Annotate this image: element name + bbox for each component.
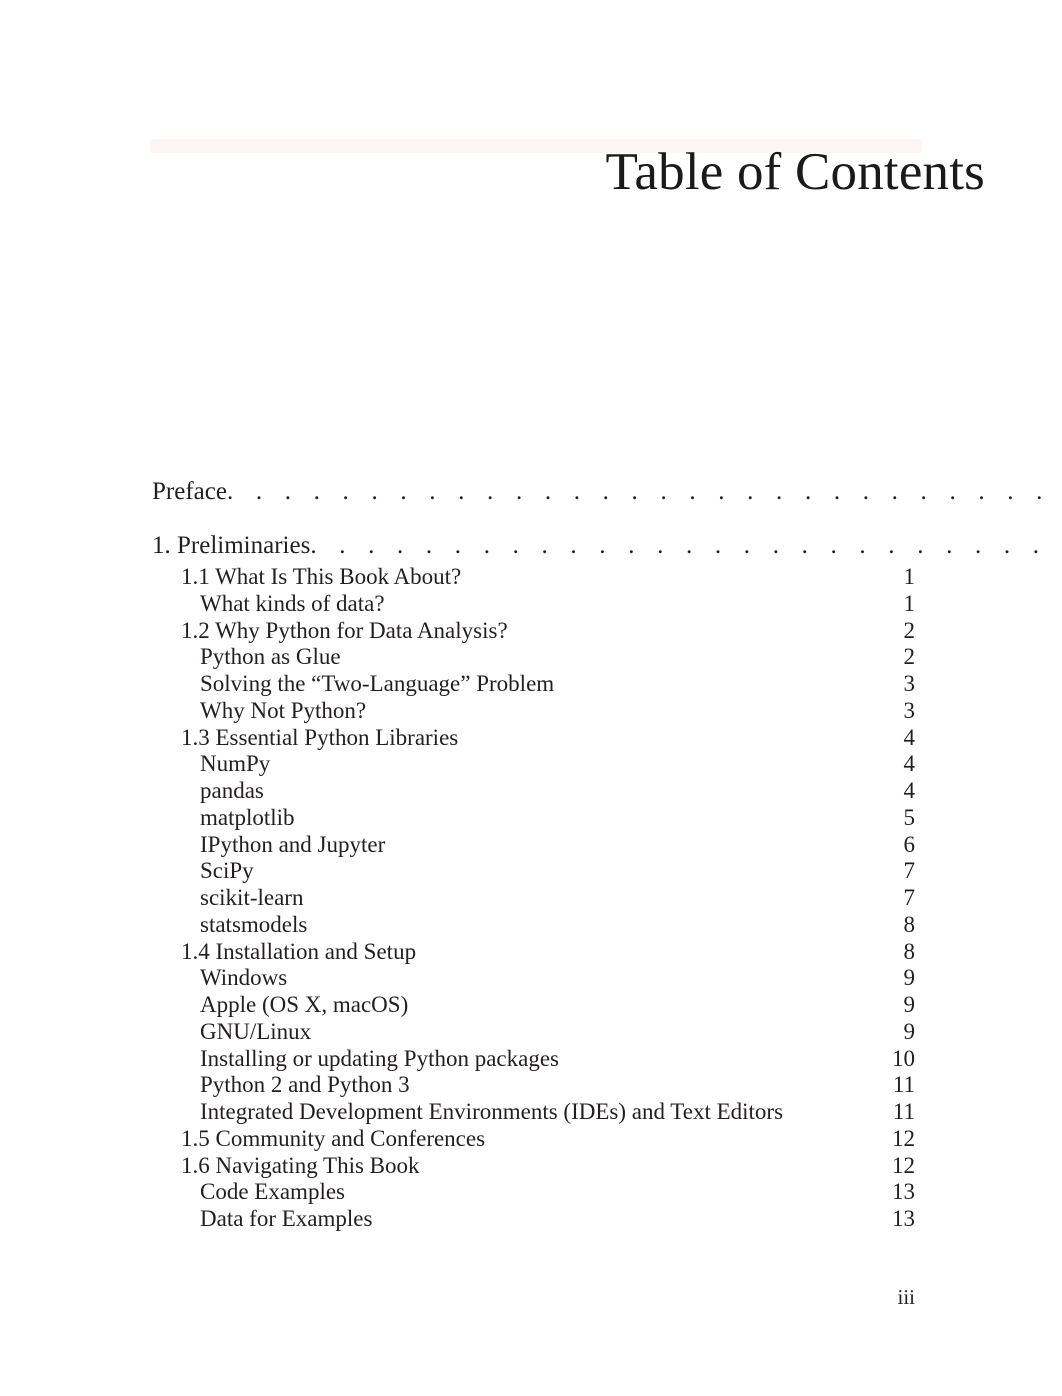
toc-entry-row[interactable]: 1.3 Essential Python Libraries 4 [0, 725, 1062, 752]
preface-label: Preface [152, 478, 227, 505]
toc-entry-label: 1.5 Community and Conferences [181, 1125, 486, 1151]
toc-entry-page-number: 8 [903, 911, 916, 937]
toc-entry-label: Code Examples [200, 1179, 345, 1205]
toc-entry-row[interactable]: Integrated Development Environments (IDE… [0, 1099, 1062, 1126]
toc-entry-page-number: 3 [903, 697, 916, 723]
toc-entry-row[interactable]: 1.4 Installation and Setup 8 [0, 939, 1062, 966]
toc-entry-row[interactable]: Solving the “Two-Language” Problem 3 [0, 671, 1062, 698]
toc-entry-row[interactable]: What kinds of data? 1 [0, 591, 1062, 618]
toc-entry-label: 1.2 Why Python for Data Analysis? [181, 617, 508, 643]
toc-entry-page-number: 2 [903, 617, 916, 643]
toc-entry-page-number: 4 [903, 751, 916, 777]
toc-entry-page-number: 9 [903, 965, 916, 991]
toc-entry-label: statsmodels [200, 911, 308, 937]
toc-entry-row[interactable]: Apple (OS X, macOS) 9 [0, 992, 1062, 1019]
toc-entry-row[interactable]: scikit-learn 7 [0, 885, 1062, 912]
toc-entry-row[interactable]: IPython and Jupyter 6 [0, 832, 1062, 859]
toc-entry-page-number: 1 [903, 590, 916, 616]
toc-entry-row[interactable]: Python as Glue 2 [0, 644, 1062, 671]
toc-entry-label: Windows [200, 965, 288, 991]
toc-entry-label: scikit-learn [200, 885, 304, 910]
toc-entry-label: matplotlib [200, 804, 295, 830]
toc-entry-label: NumPy [200, 751, 271, 777]
toc-entry-page-number: 4 [903, 724, 916, 750]
toc-entry-row[interactable]: SciPy 7 [0, 858, 1062, 885]
toc-entry-label: Apple (OS X, macOS) [200, 992, 409, 1017]
toc-entry-label: pandas [200, 778, 264, 803]
toc-entry-row[interactable]: 1.5 Community and Conferences 12 [0, 1126, 1062, 1153]
toc-entry-label: What kinds of data? [200, 590, 385, 616]
toc-entry-page-number: 11 [892, 1072, 915, 1098]
page-title: Table of Contents [605, 143, 985, 201]
toc-entry-label: IPython and Jupyter [200, 831, 386, 857]
toc-entry-label: 1.4 Installation and Setup [181, 938, 417, 964]
toc-entry-row[interactable]: 1.1 What Is This Book About? 1 [0, 564, 1062, 591]
toc-entry-page-number: 1 [903, 564, 916, 589]
toc-entry-list: 1.1 What Is This Book About? 1 What kinds … [0, 564, 1062, 1233]
toc-entry-row[interactable]: Python 2 and Python 3 11 [0, 1072, 1062, 1099]
toc-entry-row[interactable]: Windows 9 [0, 965, 1062, 992]
page-folio: iii [897, 1285, 915, 1309]
toc-entry-page-number: 7 [903, 858, 916, 884]
toc-entry-label: Python 2 and Python 3 [200, 1072, 410, 1098]
toc-entry-row[interactable]: statsmodels 8 [0, 912, 1062, 939]
toc-entry-page-number: 13 [892, 1179, 915, 1205]
toc-entry-row[interactable]: Data for Examples 13 [0, 1206, 1062, 1233]
toc-entry-label: Installing or updating Python packages [200, 1045, 559, 1071]
toc-entry-row[interactable]: Why Not Python? 3 [0, 698, 1062, 725]
toc-entry-page-number: 10 [892, 1045, 915, 1071]
toc-entry-preface[interactable]: Preface. . . . . . . . . . . . . . . . .… [152, 477, 1062, 507]
toc-entry-label: Integrated Development Environments (IDE… [200, 1099, 784, 1124]
toc-entry-page-number: 12 [892, 1125, 915, 1151]
document-page: Table of Contents Preface. . . . . . . .… [0, 0, 1062, 1396]
toc-entry-page-number: 3 [903, 671, 916, 696]
toc-entry-label: 1.6 Navigating This Book [181, 1152, 420, 1178]
toc-entry-page-number: 9 [903, 992, 916, 1017]
toc-entry-page-number: 6 [903, 831, 916, 857]
toc-entry-page-number: 5 [903, 804, 916, 830]
toc-entry-label: SciPy [200, 858, 254, 884]
toc-entry-row[interactable]: matplotlib 5 [0, 805, 1062, 832]
toc-entry-label: 1.3 Essential Python Libraries [181, 724, 459, 750]
toc-entry-page-number: 2 [903, 644, 916, 670]
toc-entry-row[interactable]: pandas 4 [0, 778, 1062, 805]
toc-entry-chapter-1[interactable]: 1. Preliminaries. . . . . . . . . . . . … [152, 531, 1062, 561]
toc-entry-page-number: 7 [903, 885, 916, 910]
toc-entry-page-number: 4 [903, 778, 916, 803]
toc-entry-label: GNU/Linux [200, 1018, 312, 1044]
toc-entry-label: Data for Examples [200, 1206, 373, 1231]
toc-entry-label: Solving the “Two-Language” Problem [200, 671, 555, 696]
toc-entry-page-number: 9 [903, 1018, 916, 1044]
toc-entry-row[interactable]: GNU/Linux 9 [0, 1019, 1062, 1046]
toc-entry-label: Why Not Python? [200, 697, 367, 723]
chapter-label: 1. Preliminaries [152, 532, 311, 559]
toc-entry-row[interactable]: 1.6 Navigating This Book 12 [0, 1153, 1062, 1180]
toc-entry-page-number: 12 [892, 1152, 915, 1178]
toc-entry-page-number: 13 [892, 1206, 915, 1231]
toc-entry-row[interactable]: Code Examples 13 [0, 1179, 1062, 1206]
preface-leader-dots: . . . . . . . . . . . . . . . . . . . . … [226, 478, 1062, 505]
toc-entry-page-number: 11 [892, 1099, 915, 1124]
toc-entry-row[interactable]: NumPy 4 [0, 751, 1062, 778]
toc-entry-row[interactable]: Installing or updating Python packages 10 [0, 1046, 1062, 1073]
toc-entry-label: Python as Glue [200, 644, 341, 670]
toc-entry-label: 1.1 What Is This Book About? [181, 564, 462, 589]
toc-entry-row[interactable]: 1.2 Why Python for Data Analysis? 2 [0, 618, 1062, 645]
toc-entry-page-number: 8 [903, 938, 916, 964]
chapter-leader-dots: . . . . . . . . . . . . . . . . . . . . … [310, 532, 1062, 559]
